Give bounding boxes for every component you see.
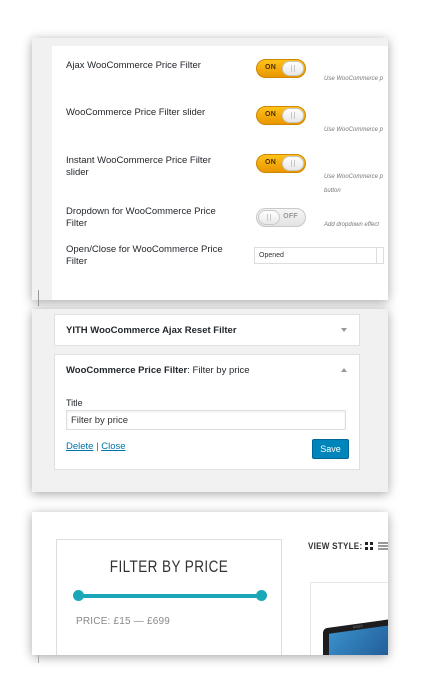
- widget-actions: Delete | Close: [66, 441, 126, 452]
- setting-hint-continued: button: [324, 188, 341, 194]
- price-filter-widget: FILTER BY PRICE PRICE: £15 — £699: [56, 539, 282, 655]
- toggle-state-text: ON: [265, 64, 277, 71]
- setting-label: WooCommerce Price Filter slider: [66, 107, 206, 118]
- link-separator: |: [96, 441, 99, 452]
- settings-content: Ajax WooCommerce Price Filter ON Use Woo…: [52, 46, 388, 300]
- toggle-knob: [282, 108, 304, 123]
- chevron-down-icon[interactable]: [341, 328, 347, 332]
- product-card[interactable]: ASUS: [310, 582, 388, 655]
- filter-title: FILTER BY PRICE: [109, 558, 229, 576]
- price-slider-min-handle[interactable]: [73, 590, 84, 601]
- close-link[interactable]: Close: [101, 441, 125, 452]
- setting-hint: Use WooCommerce p: [324, 127, 384, 133]
- frontend-panel: FILTER BY PRICE PRICE: £15 — £699 VIEW S…: [32, 512, 388, 655]
- price-slider-track[interactable]: [77, 594, 265, 598]
- price-filter-widget-body: Title Filter by price Delete | Close Sav…: [54, 385, 360, 470]
- save-button[interactable]: Save: [312, 439, 349, 459]
- widget-name: WooCommerce Price Filter: [66, 365, 188, 376]
- widget-subtitle: : Filter by price: [187, 365, 250, 376]
- chevron-up-icon[interactable]: [341, 368, 347, 372]
- setting-hint: Use WooCommerce p: [324, 174, 384, 180]
- toggle-state-text: ON: [265, 159, 277, 166]
- grid-view-icon[interactable]: [365, 542, 373, 550]
- divider-line: [38, 290, 39, 306]
- price-filter-widget-header[interactable]: WooCommerce Price Filter: Filter by pric…: [54, 354, 360, 386]
- toggle-state-text: ON: [265, 111, 277, 118]
- title-field-label: Title: [66, 398, 83, 408]
- divider-line: [38, 655, 39, 663]
- select-arrow: [376, 248, 381, 263]
- setting-label: Dropdown for WooCommerce Price Filter: [66, 206, 216, 229]
- view-style-label: VIEW STYLE:: [308, 541, 363, 552]
- delete-link[interactable]: Delete: [66, 441, 93, 452]
- widget-title: YITH WooCommerce Ajax Reset Filter: [66, 325, 237, 336]
- toggle-knob: [282, 61, 304, 76]
- instant-toggle[interactable]: ON: [256, 154, 306, 173]
- settings-panel: Ajax WooCommerce Price Filter ON Use Woo…: [32, 38, 388, 300]
- product-image[interactable]: ASUS: [323, 617, 388, 655]
- widget-title: WooCommerce Price Filter: Filter by pric…: [66, 365, 250, 376]
- slider-toggle[interactable]: ON: [256, 106, 306, 125]
- price-slider-max-handle[interactable]: [256, 590, 267, 601]
- openclose-select[interactable]: Opened: [254, 247, 384, 264]
- price-range-text: PRICE: £15 — £699: [76, 616, 171, 627]
- list-view-icon[interactable]: [378, 542, 388, 550]
- title-input[interactable]: Filter by price: [66, 410, 346, 430]
- setting-label: Ajax WooCommerce Price Filter: [66, 60, 201, 71]
- setting-hint: Use WooCommerce p: [324, 76, 384, 82]
- toggle-state-text: OFF: [283, 213, 298, 220]
- select-value: Opened: [259, 252, 284, 259]
- dropdown-toggle[interactable]: OFF: [256, 208, 306, 227]
- setting-hint: Add dropdown effect: [324, 222, 380, 228]
- toggle-knob: [282, 156, 304, 171]
- setting-label: Instant WooCommerce Price Filter slider: [66, 155, 212, 178]
- widgets-panel: YITH WooCommerce Ajax Reset Filter WooCo…: [32, 309, 388, 492]
- toggle-knob: [258, 210, 280, 225]
- ajax-toggle[interactable]: ON: [256, 59, 306, 78]
- setting-label: Open/Close for WooCommerce Price Filter: [66, 244, 223, 267]
- reset-filter-widget-header[interactable]: YITH WooCommerce Ajax Reset Filter: [54, 314, 360, 346]
